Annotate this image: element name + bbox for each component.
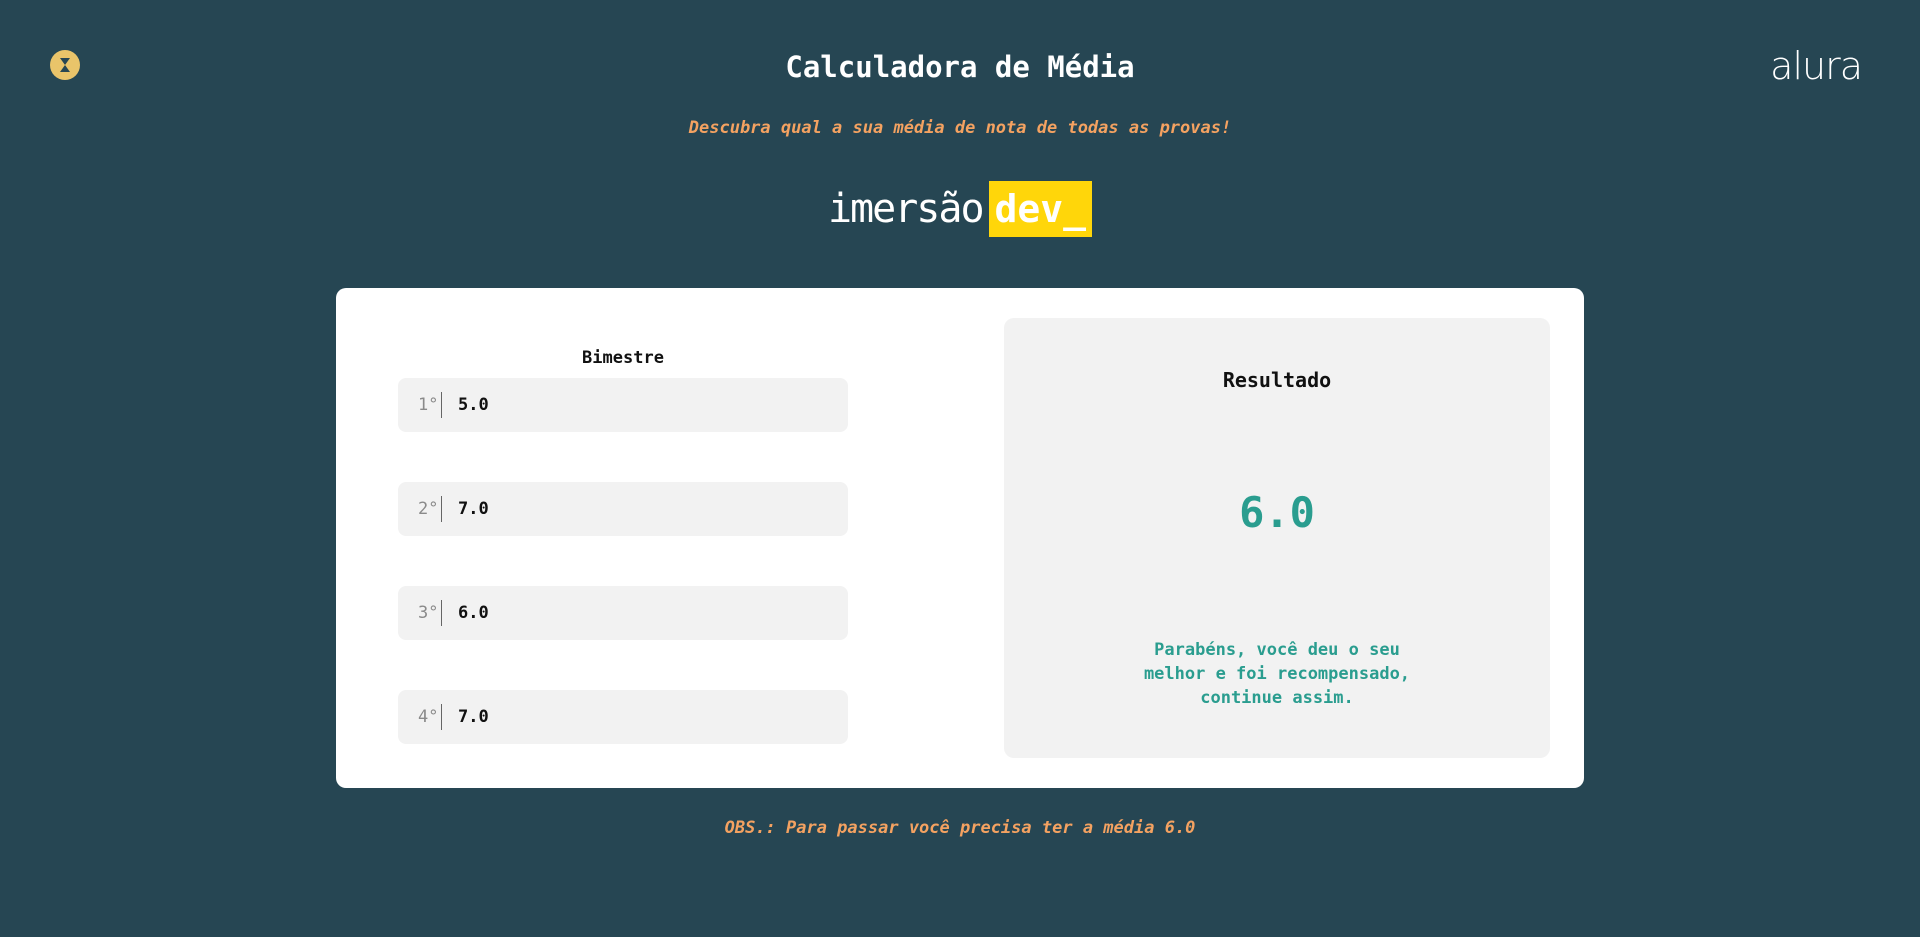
average-value: 6.0 (1239, 488, 1315, 537)
page-title: Calculadora de Média (785, 50, 1135, 84)
imersao-logo-word: imersão (827, 186, 985, 232)
grade-row-2: 2° (398, 482, 848, 536)
result-panel: Resultado 6.0 Parabéns, você deu o seu m… (1004, 318, 1550, 758)
grades-heading: Bimestre (582, 348, 664, 368)
grade-row-3: 3° (398, 586, 848, 640)
result-message: Parabéns, você deu o seu melhor e foi re… (1143, 640, 1411, 708)
grade-label: 1° (398, 392, 442, 418)
page-subtitle: Descubra qual a sua média de nota de tod… (688, 118, 1232, 138)
imersao-dev-logo: imersão dev_ (0, 181, 1920, 237)
grade-input-2[interactable] (458, 499, 798, 519)
result-heading: Resultado (1222, 368, 1332, 392)
grade-label: 4° (398, 704, 442, 730)
grade-input-1[interactable] (458, 395, 798, 415)
grade-input-3[interactable] (458, 603, 798, 623)
footer-note: OBS.: Para passar você precisa ter a méd… (724, 818, 1196, 838)
grade-row-1: 1° (398, 378, 848, 432)
grade-label: 3° (398, 600, 442, 626)
grade-label: 2° (398, 496, 442, 522)
grades-panel: Bimestre 1° 2° 3° 4° (398, 346, 848, 744)
grade-row-4: 4° (398, 690, 848, 744)
page: alura Calculadora de Média Descubra qual… (0, 0, 1920, 937)
calculator-card: Bimestre 1° 2° 3° 4° Resultado 6.0 Parab… (336, 288, 1584, 788)
dev-logo-highlight: dev_ (988, 181, 1093, 237)
grade-input-4[interactable] (458, 707, 798, 727)
